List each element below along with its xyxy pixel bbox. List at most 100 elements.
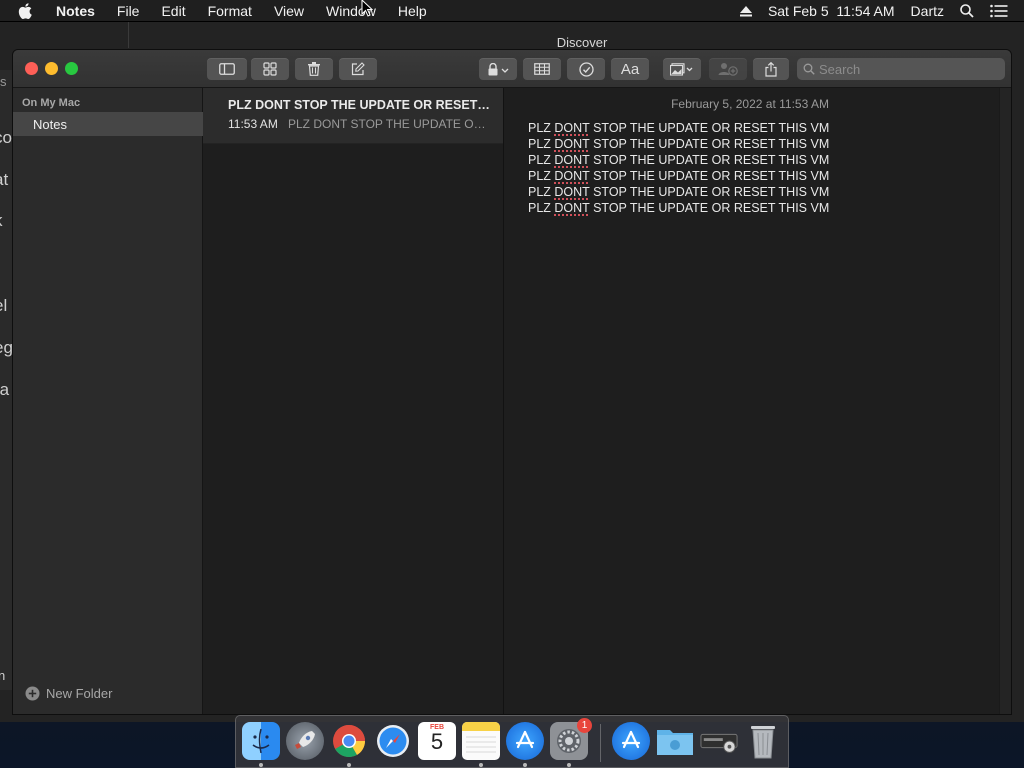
note-line-suffix: STOP THE UPDATE OR RESET THIS VM	[589, 121, 830, 135]
misspelled-word[interactable]: DONT	[554, 169, 589, 183]
sidebar-section-on-my-mac: On My Mac	[22, 97, 81, 109]
notes-window: Aa On My Mac Notes New Folder	[12, 49, 1012, 715]
misspelled-word[interactable]: DONT	[554, 153, 589, 167]
menu-file[interactable]: File	[117, 3, 140, 19]
sidebar-item-notes[interactable]: Notes	[13, 112, 203, 136]
system-preferences-icon[interactable]: 1	[550, 718, 592, 760]
app-store-downloads-icon[interactable]	[612, 722, 650, 760]
apple-menu-icon[interactable]	[18, 2, 38, 19]
eject-icon[interactable]	[739, 5, 752, 17]
compose-icon	[351, 62, 365, 76]
grid-icon	[263, 62, 277, 76]
notification-center-icon[interactable]	[990, 4, 1008, 18]
toolbar: Aa	[13, 50, 1011, 88]
lock-icon	[488, 62, 509, 75]
format-text-icon: Aa	[620, 60, 640, 78]
note-line-prefix: PLZ	[528, 137, 555, 151]
spotlight-search-icon[interactable]	[960, 4, 974, 18]
note-title: PLZ DONT STOP THE UPDATE OR RESET THIS V…	[228, 98, 490, 112]
note-time: 11:53 AM	[228, 117, 278, 131]
window-close-button[interactable]	[25, 62, 38, 75]
format-text-button[interactable]: Aa	[611, 58, 649, 80]
trash-icon	[308, 62, 320, 76]
editor-scrollbar[interactable]	[999, 88, 1011, 714]
background-text-fragment: k	[0, 211, 3, 231]
sidebar-item-label: Notes	[33, 116, 67, 132]
background-text-fragment: ra	[0, 380, 10, 399]
launchpad-icon[interactable]	[286, 722, 324, 760]
note-line: PLZ DONT STOP THE UPDATE OR RESET THIS V…	[528, 152, 829, 168]
note-line-suffix: STOP THE UPDATE OR RESET THIS VM	[589, 169, 830, 183]
note-line: PLZ DONT STOP THE UPDATE OR RESET THIS V…	[528, 184, 829, 200]
share-button[interactable]	[753, 58, 789, 80]
search-field[interactable]	[797, 58, 1005, 80]
menu-help[interactable]: Help	[398, 3, 427, 19]
add-media-button[interactable]	[663, 58, 701, 80]
checklist-button[interactable]	[567, 58, 605, 80]
menu-format[interactable]: Format	[208, 3, 252, 19]
app-store-icon[interactable]	[506, 722, 544, 760]
background-text-fragment: eg	[0, 338, 13, 357]
safari-icon[interactable]	[374, 722, 412, 760]
gallery-view-button[interactable]	[251, 58, 289, 80]
folders-sidebar: On My Mac Notes New Folder	[13, 88, 203, 714]
note-list: PLZ DONT STOP THE UPDATE OR RESET THIS V…	[203, 88, 504, 714]
misspelled-word[interactable]: DONT	[554, 121, 589, 135]
dock: FEB 5 1	[235, 715, 789, 768]
photo-icon	[670, 62, 693, 76]
menu-app-name[interactable]: Notes	[56, 3, 95, 19]
note-preview: PLZ DONT STOP THE UPDATE OR RESET THIS V…	[288, 117, 488, 131]
new-folder-label: New Folder	[46, 686, 113, 701]
insert-table-button[interactable]	[523, 58, 561, 80]
delete-note-button[interactable]	[295, 58, 333, 80]
background-text-fragment: n	[0, 668, 6, 683]
toggle-sidebar-button[interactable]	[207, 58, 247, 80]
note-line-suffix: STOP THE UPDATE OR RESET THIS VM	[589, 153, 830, 167]
background-window-title: Discover	[556, 35, 608, 50]
notification-badge: 1	[577, 718, 592, 733]
calendar-icon[interactable]: FEB 5	[418, 722, 456, 760]
window-minimize-button[interactable]	[45, 62, 58, 75]
list-item[interactable]: PLZ DONT STOP THE UPDATE OR RESET THIS V…	[203, 88, 503, 144]
window-zoom-button[interactable]	[65, 62, 78, 75]
menu-bar: Notes File Edit Format View Window Help …	[0, 0, 1024, 22]
note-body[interactable]: PLZ DONT STOP THE UPDATE OR RESET THIS V…	[528, 120, 829, 216]
menu-clock[interactable]: Sat Feb 5 11:54 AM	[768, 3, 895, 19]
background-text-fragment: co	[0, 128, 12, 147]
menu-user[interactable]: Dartz	[911, 3, 944, 19]
note-date: February 5, 2022 at 11:53 AM	[671, 97, 829, 111]
finder-icon[interactable]	[242, 722, 280, 760]
menu-view[interactable]: View	[274, 3, 304, 19]
notes-icon[interactable]	[462, 722, 500, 760]
disk-utility-icon[interactable]	[700, 722, 738, 760]
trash-icon[interactable]	[744, 722, 782, 760]
sidebar-icon	[219, 63, 235, 75]
menu-edit[interactable]: Edit	[161, 3, 185, 19]
new-folder-button[interactable]: New Folder	[25, 686, 112, 701]
search-input[interactable]	[819, 61, 989, 77]
background-text-fragment: at	[0, 170, 9, 189]
note-line: PLZ DONT STOP THE UPDATE OR RESET THIS V…	[528, 136, 829, 152]
add-people-button[interactable]	[709, 58, 747, 80]
misspelled-word[interactable]: DONT	[554, 185, 589, 199]
note-editor[interactable]: February 5, 2022 at 11:53 AM PLZ DONT ST…	[504, 88, 1011, 714]
compose-note-button[interactable]	[339, 58, 377, 80]
misspelled-word[interactable]: DONT	[554, 201, 589, 215]
note-line: PLZ DONT STOP THE UPDATE OR RESET THIS V…	[528, 200, 829, 216]
misspelled-word[interactable]: DONT	[554, 137, 589, 151]
add-people-icon	[718, 63, 738, 76]
dock-separator	[600, 724, 601, 762]
folder-icon[interactable]	[656, 722, 694, 760]
calendar-day: 5	[430, 729, 444, 754]
chrome-icon[interactable]	[330, 722, 368, 760]
note-line-prefix: PLZ	[528, 153, 555, 167]
share-icon	[765, 61, 777, 77]
plus-circle-icon	[25, 686, 40, 701]
table-icon	[534, 63, 550, 75]
background-text-fragment: s	[0, 74, 7, 89]
running-indicator	[567, 763, 571, 767]
note-line-prefix: PLZ	[528, 185, 555, 199]
running-indicator	[479, 763, 483, 767]
lock-note-button[interactable]	[479, 58, 517, 80]
checklist-icon	[578, 61, 594, 77]
